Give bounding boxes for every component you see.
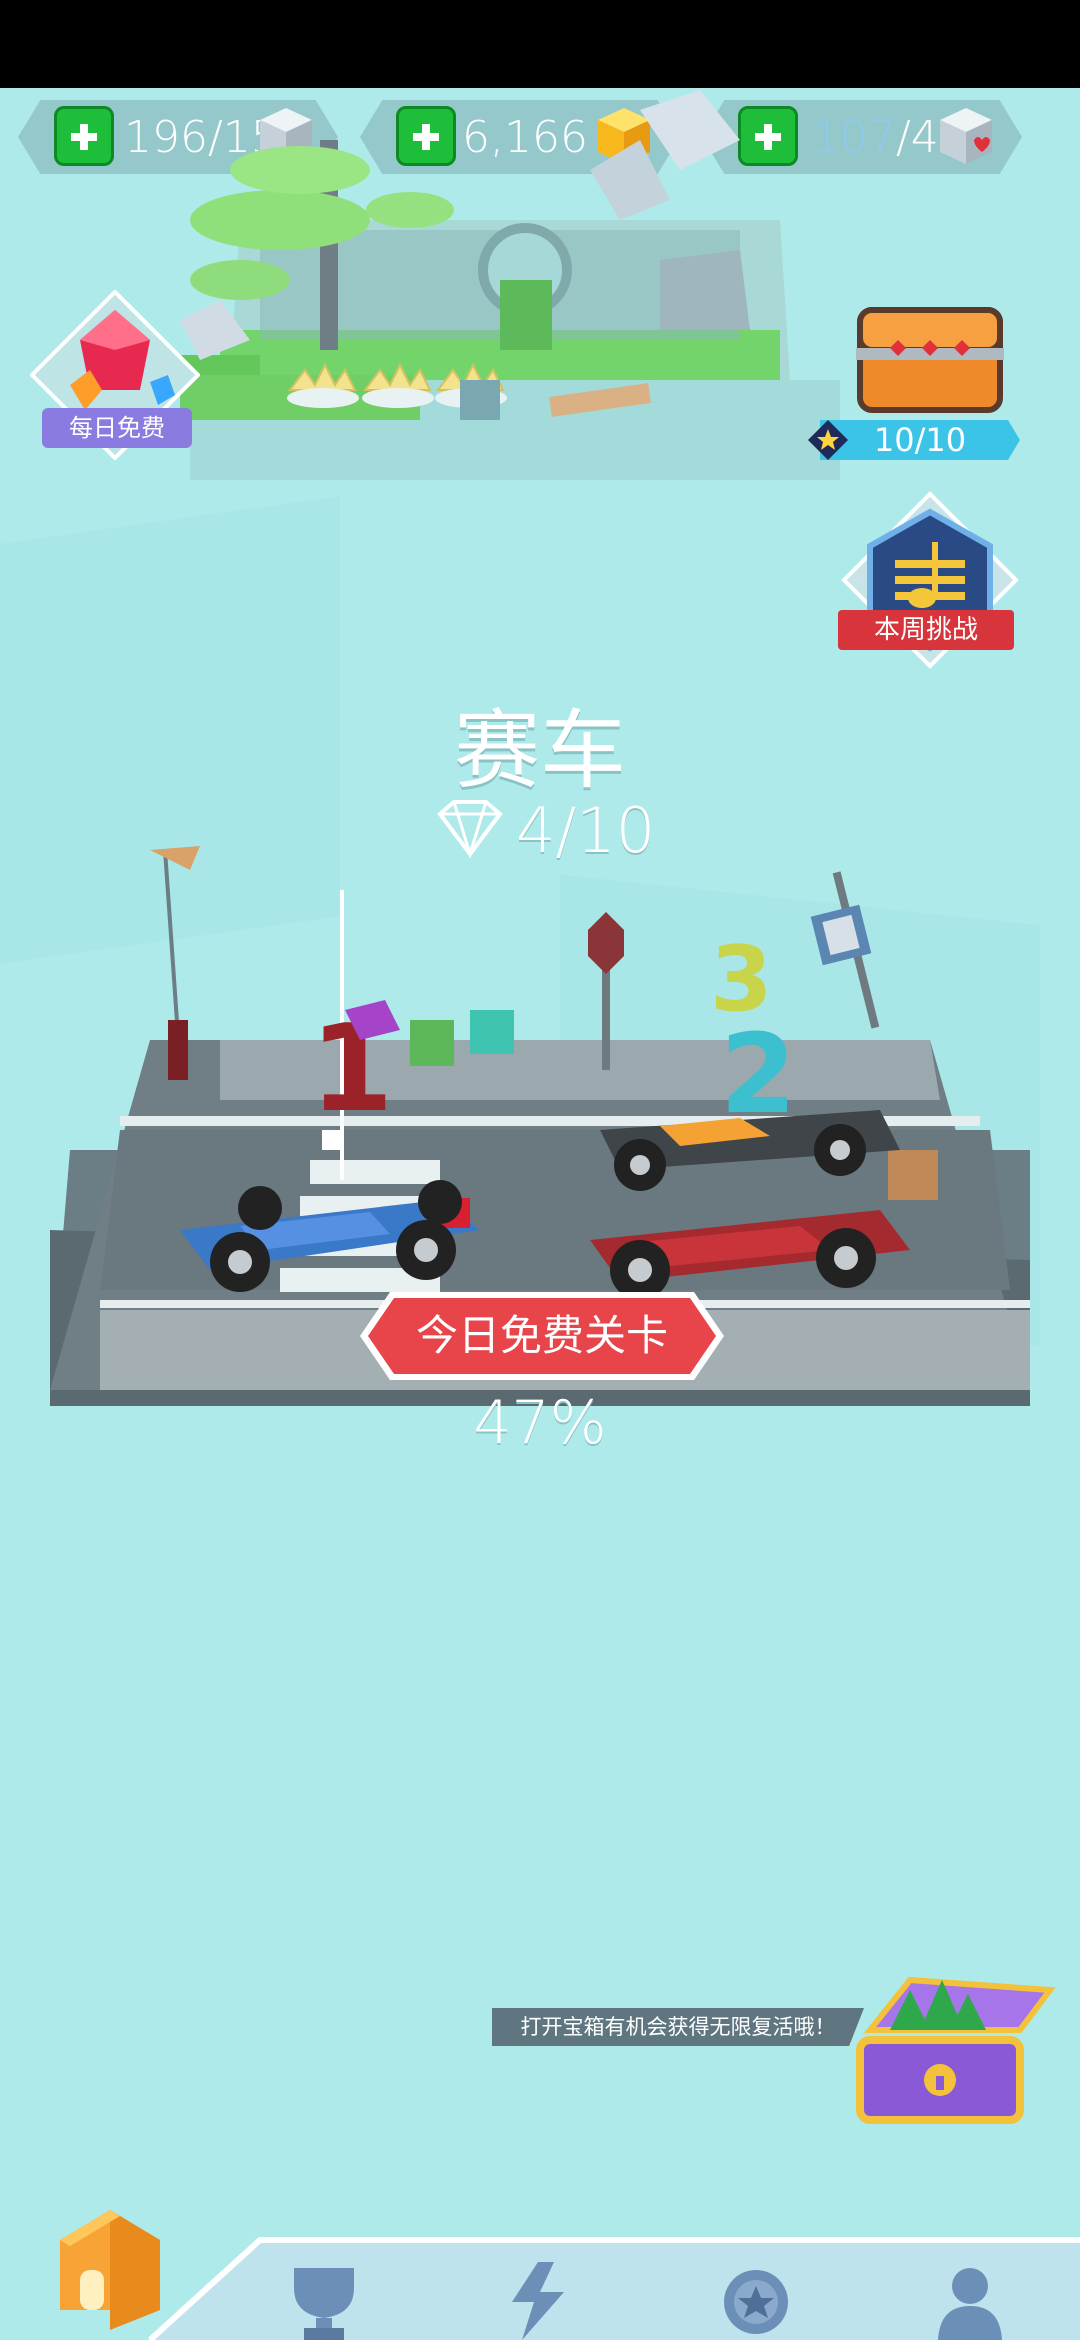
add-cubes-button[interactable] (54, 106, 114, 166)
daily-free-label[interactable]: 每日免费 (42, 408, 192, 448)
treasure-hint: 打开宝箱有机会获得无限复活哦！ (492, 2008, 864, 2046)
level-title: 赛车 (454, 701, 626, 801)
completion-percent: 47% (473, 1388, 607, 1458)
profile-icon[interactable] (930, 2262, 1010, 2340)
medal-icon[interactable] (716, 2262, 796, 2340)
chest-icon[interactable] (850, 290, 1010, 420)
garden-diorama[interactable] (180, 80, 870, 500)
treasure-chest-icon[interactable] (850, 1970, 1070, 2130)
star-badge-icon (808, 420, 848, 460)
trophy-icon[interactable] (284, 2262, 364, 2340)
chest-progress: 10/10 (820, 420, 1020, 460)
lightning-icon[interactable] (498, 2262, 578, 2340)
heart-cube-icon (940, 108, 992, 164)
status-bar (0, 0, 1080, 88)
free-level-button[interactable]: 今日免费关卡 (360, 1292, 724, 1380)
weekly-challenge-label[interactable]: 本周挑战 (838, 610, 1014, 650)
home-icon[interactable] (50, 2200, 180, 2330)
